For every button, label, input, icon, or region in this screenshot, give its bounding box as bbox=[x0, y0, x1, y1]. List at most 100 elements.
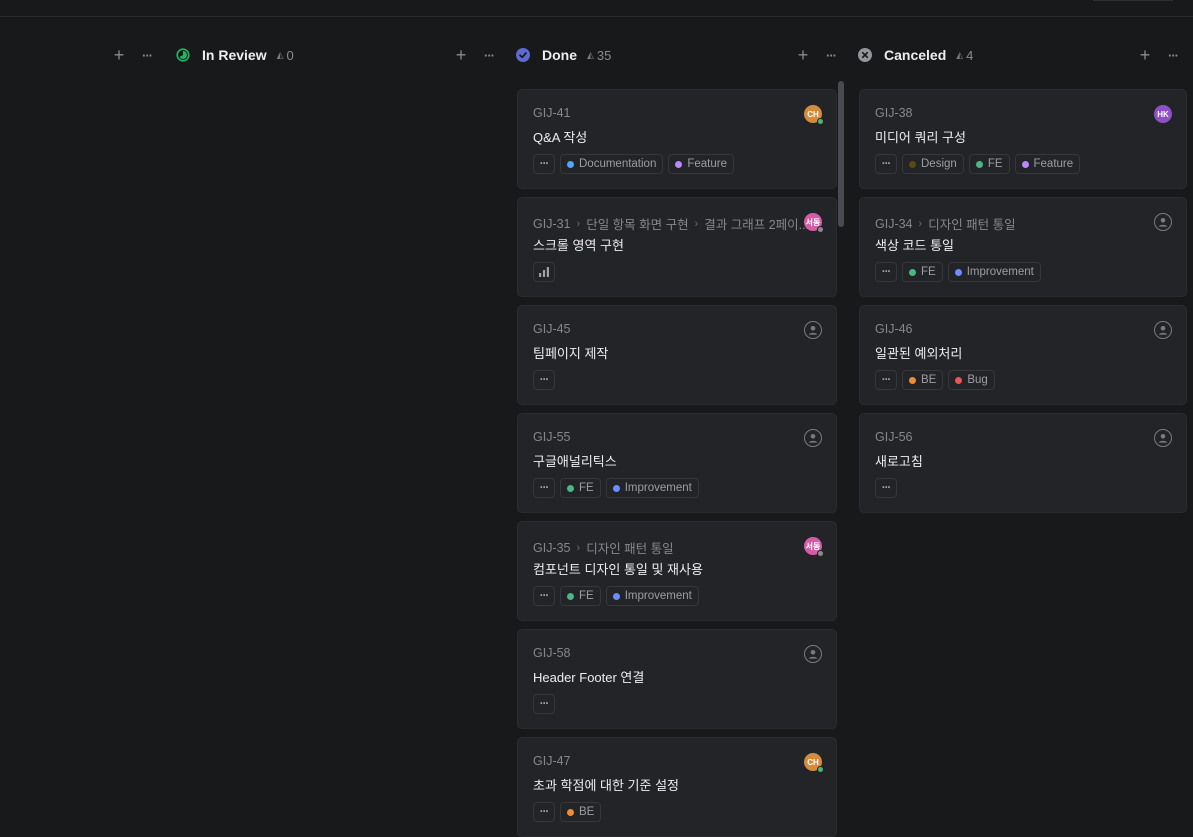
more-icon[interactable]: ··· bbox=[136, 44, 158, 66]
add-icon[interactable]: + bbox=[1134, 44, 1156, 66]
more-icon[interactable]: ··· bbox=[533, 370, 555, 390]
parent-issue[interactable]: 디자인 패턴 통일 bbox=[928, 214, 1015, 233]
label-chip[interactable]: Improvement bbox=[947, 262, 1041, 282]
issue-card[interactable]: GIJ-34 › 디자인 패턴 통일 색상 코드 통일 ··· FE Impro… bbox=[859, 197, 1187, 297]
unassigned-user-icon[interactable] bbox=[804, 321, 822, 339]
parent-issue[interactable]: 단일 항목 화면 구현 bbox=[586, 214, 688, 233]
column-header-canceled: + ··· Canceled ◭ 4 bbox=[792, 40, 974, 70]
done-status-icon bbox=[516, 48, 530, 62]
label-dot bbox=[909, 376, 916, 384]
issue-card[interactable]: GIJ-31 › 단일 항목 화면 구현 › 결과 그래프 2페이... 스크롤… bbox=[517, 197, 837, 297]
issue-id: GIJ-58 bbox=[533, 646, 571, 660]
label-name: Improvement bbox=[624, 482, 692, 494]
add-icon[interactable]: + bbox=[450, 44, 472, 66]
more-icon[interactable]: ··· bbox=[533, 154, 555, 174]
avatar[interactable]: HK bbox=[1154, 105, 1172, 123]
column-count-in-review: ◭ 0 bbox=[277, 48, 294, 63]
scrollbar-thumb[interactable] bbox=[838, 81, 844, 227]
label-chip[interactable]: Improvement bbox=[605, 586, 699, 606]
label-name: Feature bbox=[1033, 158, 1074, 170]
label-chip[interactable]: FE bbox=[902, 262, 943, 282]
avatar[interactable]: 서동 bbox=[804, 537, 824, 557]
more-icon[interactable]: ··· bbox=[875, 370, 897, 390]
issue-id: GIJ-41 bbox=[533, 106, 571, 120]
issue-id: GIJ-47 bbox=[533, 754, 571, 768]
label-name: Design bbox=[921, 158, 957, 170]
label-name: Bug bbox=[967, 374, 988, 386]
label-list: ··· FE Improvement bbox=[875, 262, 1041, 282]
parent-issue[interactable]: 결과 그래프 2페이... bbox=[704, 214, 809, 233]
label-name: Feature bbox=[687, 158, 727, 170]
label-chip[interactable]: BE bbox=[902, 370, 944, 390]
issue-card[interactable]: GIJ-46 일관된 예외처리 ··· BE Bug bbox=[859, 305, 1187, 405]
avatar[interactable]: CH bbox=[804, 105, 824, 125]
more-icon[interactable]: ··· bbox=[533, 802, 555, 822]
issue-card[interactable]: GIJ-35 › 디자인 패턴 통일 컴포넌트 디자인 통일 및 재사용 ···… bbox=[517, 521, 837, 621]
issue-title: 스크롤 영역 구현 bbox=[533, 238, 624, 253]
label-chip[interactable]: FE bbox=[560, 478, 601, 498]
more-icon[interactable]: ··· bbox=[533, 586, 555, 606]
issue-card[interactable]: GIJ-55 구글애널리틱스 ··· FE Improvement bbox=[517, 413, 837, 513]
label-dot bbox=[909, 268, 916, 276]
issue-id: GIJ-46 bbox=[875, 322, 913, 336]
label-chip[interactable]: BE bbox=[560, 802, 602, 822]
chevron-right-icon: › bbox=[576, 217, 581, 230]
issue-card[interactable]: GIJ-38 미디어 쿼리 구성 ··· Design FE Feature H… bbox=[859, 89, 1187, 189]
issue-title: 색상 코드 통일 bbox=[875, 238, 954, 253]
avatar[interactable]: 서동 bbox=[804, 213, 824, 233]
label-chip[interactable]: FE bbox=[560, 586, 601, 606]
label-dot bbox=[675, 160, 683, 168]
online-indicator bbox=[817, 550, 824, 557]
unassigned-user-icon[interactable] bbox=[804, 429, 822, 447]
issue-title: 팀페이지 제작 bbox=[533, 346, 609, 361]
label-list: ··· bbox=[875, 478, 897, 498]
label-dot bbox=[955, 376, 963, 384]
unassigned-user-icon[interactable] bbox=[1154, 321, 1172, 339]
column-title-in-review: In Review bbox=[202, 47, 267, 63]
issue-id: GIJ-35 bbox=[533, 540, 571, 555]
issue-card[interactable]: GIJ-45 팀페이지 제작 ··· bbox=[517, 305, 837, 405]
issue-title: 미디어 쿼리 구성 bbox=[875, 130, 966, 145]
label-chip[interactable]: Feature bbox=[1014, 154, 1081, 174]
more-icon[interactable]: ··· bbox=[875, 262, 897, 282]
top-bar bbox=[0, 0, 1193, 17]
more-icon[interactable]: ··· bbox=[820, 44, 842, 66]
more-icon[interactable]: ··· bbox=[533, 694, 555, 714]
label-chip[interactable]: Improvement bbox=[605, 478, 699, 498]
more-icon[interactable]: ··· bbox=[875, 154, 897, 174]
chevron-right-icon: › bbox=[918, 217, 923, 230]
label-name: FE bbox=[987, 158, 1003, 170]
issue-title: Q&A 작성 bbox=[533, 130, 588, 145]
more-icon[interactable]: ··· bbox=[478, 44, 500, 66]
online-indicator bbox=[817, 766, 824, 773]
label-chip[interactable]: Bug bbox=[948, 370, 995, 390]
unassigned-user-icon[interactable] bbox=[804, 645, 822, 663]
label-name: FE bbox=[579, 590, 594, 602]
more-icon[interactable]: ··· bbox=[1162, 44, 1184, 66]
avatar[interactable]: CH bbox=[804, 753, 824, 773]
column-title-done: Done bbox=[542, 47, 577, 63]
add-icon[interactable]: + bbox=[792, 44, 814, 66]
label-chip[interactable]: Feature bbox=[668, 154, 734, 174]
issue-title: 구글애널리틱스 bbox=[533, 454, 617, 469]
issue-card[interactable]: GIJ-56 새로고침 ··· bbox=[859, 413, 1187, 513]
priority-bars-icon[interactable] bbox=[533, 262, 555, 282]
label-list: ··· BE Bug bbox=[875, 370, 995, 390]
label-chip[interactable]: Documentation bbox=[560, 154, 664, 174]
more-icon[interactable]: ··· bbox=[875, 478, 897, 498]
issue-id: GIJ-56 bbox=[875, 430, 913, 444]
label-chip[interactable]: Design bbox=[902, 154, 964, 174]
parent-issue[interactable]: 디자인 패턴 통일 bbox=[586, 538, 673, 557]
label-list bbox=[533, 262, 555, 282]
add-icon[interactable]: + bbox=[108, 44, 130, 66]
issue-card[interactable]: GIJ-41 Q&A 작성 ··· Documentation Feature … bbox=[517, 89, 837, 189]
in-review-status-icon bbox=[176, 48, 190, 62]
label-dot bbox=[909, 160, 916, 168]
unassigned-user-icon[interactable] bbox=[1154, 213, 1172, 231]
unassigned-user-icon[interactable] bbox=[1154, 429, 1172, 447]
issue-card[interactable]: GIJ-58 Header Footer 연결 ··· bbox=[517, 629, 837, 729]
label-chip[interactable]: FE bbox=[968, 154, 1010, 174]
label-dot bbox=[1021, 160, 1029, 168]
issue-card[interactable]: GIJ-47 초과 학점에 대한 기준 설정 ··· BE CH bbox=[517, 737, 837, 837]
more-icon[interactable]: ··· bbox=[533, 478, 555, 498]
